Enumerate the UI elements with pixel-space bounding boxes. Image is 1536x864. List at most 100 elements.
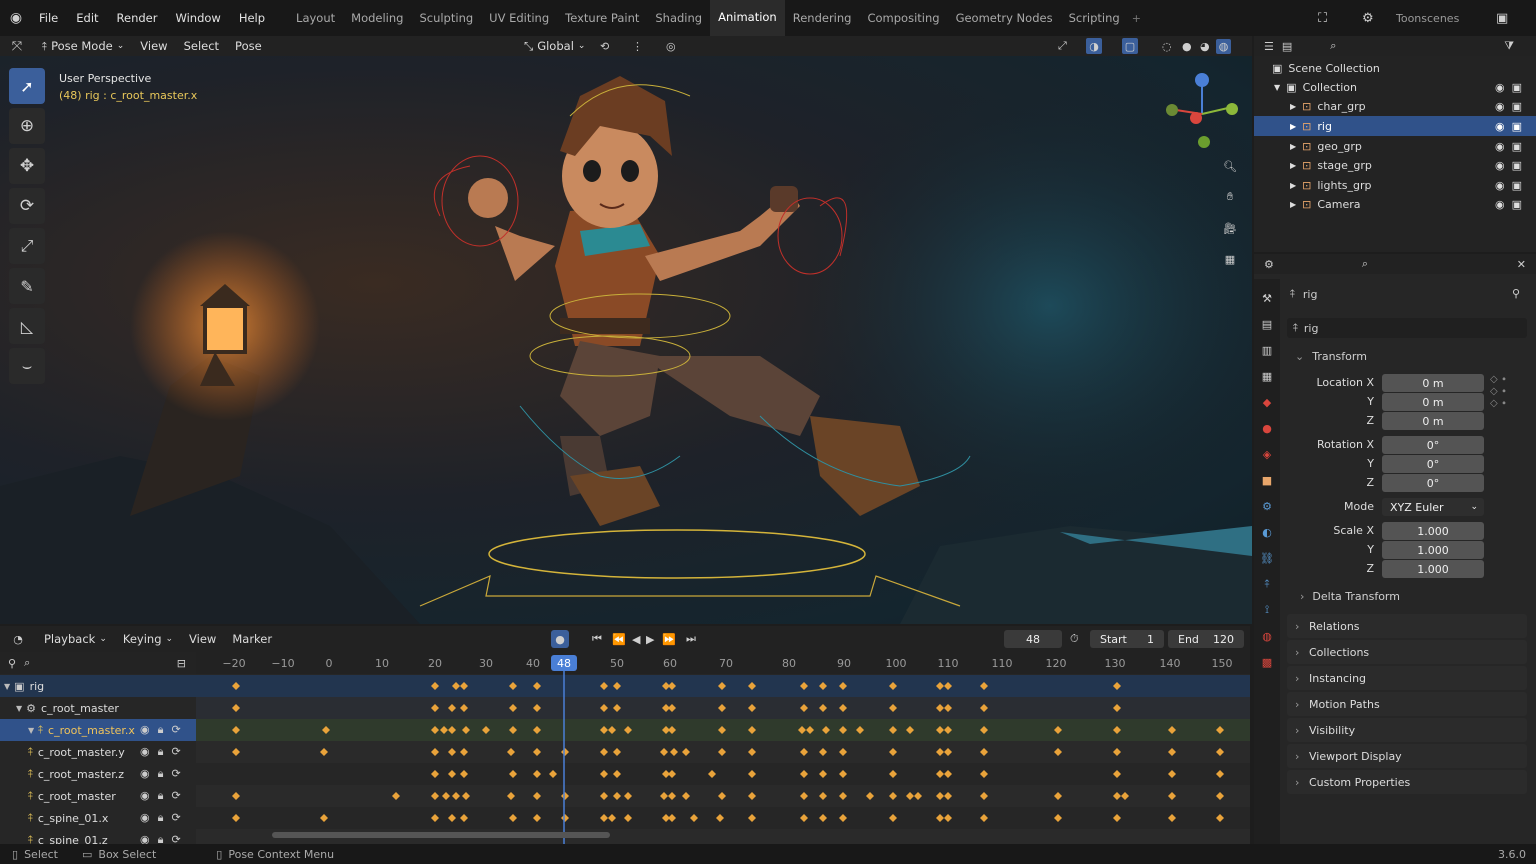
location-y-field[interactable]: 0 m bbox=[1382, 393, 1484, 411]
jump-end-icon[interactable]: ⏭ bbox=[686, 632, 696, 646]
transform-panel-header[interactable]: ⌄ Transform bbox=[1287, 345, 1527, 367]
tab-animation[interactable]: Animation bbox=[710, 0, 785, 36]
lock-icon[interactable]: 🔒︎ bbox=[158, 789, 164, 803]
tab-compositing[interactable]: Compositing bbox=[859, 0, 947, 36]
object-name[interactable]: rig bbox=[1303, 288, 1318, 301]
texture-tab-icon[interactable]: ▩ bbox=[1257, 653, 1277, 671]
visibility-eye-icon[interactable]: ◉ bbox=[140, 767, 150, 781]
menu-window[interactable]: Window bbox=[166, 11, 229, 25]
visibility-eye-icon[interactable]: ◉ bbox=[1495, 198, 1505, 211]
expand-icon[interactable]: ▶ bbox=[1290, 102, 1296, 111]
shading-material-icon[interactable]: ◕ bbox=[1200, 40, 1210, 53]
visibility-eye-icon[interactable]: ◉ bbox=[1495, 179, 1505, 192]
tool-select-box[interactable]: ➚ bbox=[9, 68, 45, 104]
bone-tab-icon[interactable]: ⟟ bbox=[1257, 601, 1277, 619]
render-icon[interactable]: ▣ bbox=[1512, 179, 1522, 192]
proportional-icon[interactable]: ◎ bbox=[666, 40, 676, 53]
tab-sculpting[interactable]: Sculpting bbox=[411, 0, 481, 36]
rotation-z-field[interactable]: 0° bbox=[1382, 474, 1484, 492]
rotation-x-field[interactable]: 0° bbox=[1382, 436, 1484, 454]
channel-row[interactable]: ⤉ c_spine_01.x ◉ 🔒︎ ⟳ bbox=[0, 807, 196, 829]
jump-keyframe-back-icon[interactable]: ⏪ bbox=[612, 633, 626, 646]
outliner-item-lights-grp[interactable]: ▶ ⊡ lights_grp ◉ ▣ bbox=[1254, 175, 1536, 195]
shading-wireframe-icon[interactable]: ◌ bbox=[1162, 40, 1172, 53]
end-frame-field[interactable]: End 120 bbox=[1168, 630, 1244, 648]
pin-icon[interactable]: ⚲ bbox=[1512, 287, 1520, 300]
preview-range-icon[interactable]: ⏱ bbox=[1070, 632, 1079, 646]
menu-select[interactable]: Select bbox=[176, 39, 227, 53]
rotation-mode-dropdown[interactable]: XYZ Euler ⌄ bbox=[1382, 498, 1484, 516]
data-name-field[interactable]: ⤉ rig bbox=[1287, 318, 1527, 338]
lock-icon[interactable]: 🔒︎ bbox=[158, 767, 164, 781]
tool-annotate[interactable]: ✎ bbox=[9, 268, 45, 304]
timeline-editor-icon[interactable]: ◔ bbox=[0, 633, 36, 646]
mute-icon[interactable]: ⟳ bbox=[171, 833, 180, 844]
pan-hand-icon[interactable]: ✋︎ bbox=[1218, 187, 1242, 207]
outliner-collection[interactable]: ▼ ▣ Collection ◉ ▣ bbox=[1254, 77, 1536, 97]
tool-move[interactable]: ✥ bbox=[9, 148, 45, 184]
panel-custom-properties[interactable]: › Custom Properties bbox=[1287, 770, 1527, 794]
physics-tab-icon[interactable]: ◐ bbox=[1257, 523, 1277, 541]
lock-icon[interactable]: 🔒︎ bbox=[158, 723, 164, 737]
visibility-eye-icon[interactable]: ◉ bbox=[140, 723, 150, 737]
3d-viewport[interactable]: ➚ ⊕ ✥ ⟳ ⤢ ✎ ◺ ⌣ User Perspective (48) ri… bbox=[0, 56, 1252, 624]
collection-tab-icon[interactable]: ◈ bbox=[1257, 445, 1277, 463]
gizmo-toggle-icon[interactable]: ⤢ bbox=[1058, 39, 1067, 53]
menu-view[interactable]: View bbox=[132, 39, 175, 53]
dopesheet[interactable]: ⚲ ⌕ ⊟ −20 −10 0 10 20 30 40 48 50 60 70 80 90 100 110 1… bbox=[0, 652, 1250, 844]
blender-logo-icon[interactable]: ◉ bbox=[2, 10, 30, 26]
tab-shading[interactable]: Shading bbox=[647, 0, 710, 36]
expand-icon[interactable]: ▼ bbox=[1274, 83, 1280, 92]
panel-instancing[interactable]: › Instancing bbox=[1287, 666, 1527, 690]
tool-tab-icon[interactable]: ⚒ bbox=[1257, 289, 1277, 307]
scale-x-field[interactable]: 1.000 bbox=[1382, 522, 1484, 540]
menu-playback[interactable]: Playback ⌄ bbox=[36, 632, 115, 646]
search-icon[interactable]: ⌕ bbox=[1330, 39, 1336, 53]
menu-render[interactable]: Render bbox=[108, 11, 167, 25]
shading-rendered-icon[interactable]: ◍ bbox=[1216, 38, 1231, 54]
menu-keying[interactable]: Keying ⌄ bbox=[115, 632, 181, 646]
panel-motion-paths[interactable]: › Motion Paths bbox=[1287, 692, 1527, 716]
menu-help[interactable]: Help bbox=[230, 11, 274, 25]
visibility-eye-icon[interactable]: ◉ bbox=[140, 745, 150, 759]
orientation-dropdown[interactable]: ⤡ Global ⌄ bbox=[516, 39, 593, 54]
search-icon[interactable]: ⌕ bbox=[1362, 257, 1368, 271]
tab-layout[interactable]: Layout bbox=[288, 0, 343, 36]
scene-tab-icon[interactable]: ◆ bbox=[1257, 393, 1277, 411]
properties-editor-icon[interactable]: ⚙ bbox=[1264, 258, 1274, 271]
lock-icon[interactable]: 🔒︎ bbox=[158, 811, 164, 825]
outliner-item-stage-grp[interactable]: ▶ ⊡ stage_grp ◉ ▣ bbox=[1254, 155, 1536, 175]
outliner-item-geo-grp[interactable]: ▶ ⊡ geo_grp ◉ ▣ bbox=[1254, 136, 1536, 156]
outliner-item-camera[interactable]: ▶ ⊡ Camera ◉ ▣ bbox=[1254, 194, 1536, 214]
render-icon[interactable]: ▣ bbox=[1512, 159, 1522, 172]
close-icon[interactable]: ✕ bbox=[1517, 258, 1526, 271]
tool-cursor[interactable]: ⊕ bbox=[9, 108, 45, 144]
shading-solid-icon[interactable]: ● bbox=[1182, 40, 1192, 53]
tab-rendering[interactable]: Rendering bbox=[785, 0, 860, 36]
expand-icon[interactable]: ▼ bbox=[16, 704, 22, 713]
lock-icon[interactable]: 🔒︎ bbox=[158, 833, 164, 844]
panel-viewport-display[interactable]: › Viewport Display bbox=[1287, 744, 1527, 768]
visibility-eye-icon[interactable]: ◉ bbox=[140, 789, 150, 803]
menu-marker[interactable]: Marker bbox=[224, 632, 280, 646]
keyframe-dot-icon[interactable]: ◇ ∙ bbox=[1490, 398, 1507, 409]
tab-uv-editing[interactable]: UV Editing bbox=[481, 0, 557, 36]
render-icon[interactable]: ▣ bbox=[1512, 100, 1522, 113]
scale-z-field[interactable]: 1.000 bbox=[1382, 560, 1484, 578]
channel-row[interactable]: ▼ ⚙ c_root_master bbox=[0, 697, 196, 719]
mute-icon[interactable]: ⟳ bbox=[171, 723, 180, 737]
modifier-tab-icon[interactable]: ⚙ bbox=[1257, 497, 1277, 515]
channel-row[interactable]: ⤉ c_root_master ◉ 🔒︎ ⟳ bbox=[0, 785, 196, 807]
expand-icon[interactable]: ▶ bbox=[1290, 200, 1296, 209]
expand-icon[interactable]: ▼ bbox=[28, 726, 34, 735]
filter-icon[interactable]: ⧩ bbox=[1504, 39, 1514, 53]
render-icon[interactable]: ▣ bbox=[1512, 140, 1522, 153]
auto-keying-icon[interactable]: ● bbox=[551, 630, 569, 648]
channel-row[interactable]: ⤉ c_root_master.y ◉ 🔒︎ ⟳ bbox=[0, 741, 196, 763]
lock-icon[interactable]: 🔒︎ bbox=[158, 745, 164, 759]
jump-start-icon[interactable]: ⏮ bbox=[592, 632, 602, 646]
current-frame-field[interactable]: 48 bbox=[1004, 630, 1062, 648]
view-layer-tab-icon[interactable]: ▦ bbox=[1257, 367, 1277, 385]
hide-viewport-icon[interactable]: ◉ bbox=[1495, 81, 1505, 94]
channel-row[interactable]: ⤉ c_spine_01.z ◉ 🔒︎ ⟳ bbox=[0, 829, 196, 844]
